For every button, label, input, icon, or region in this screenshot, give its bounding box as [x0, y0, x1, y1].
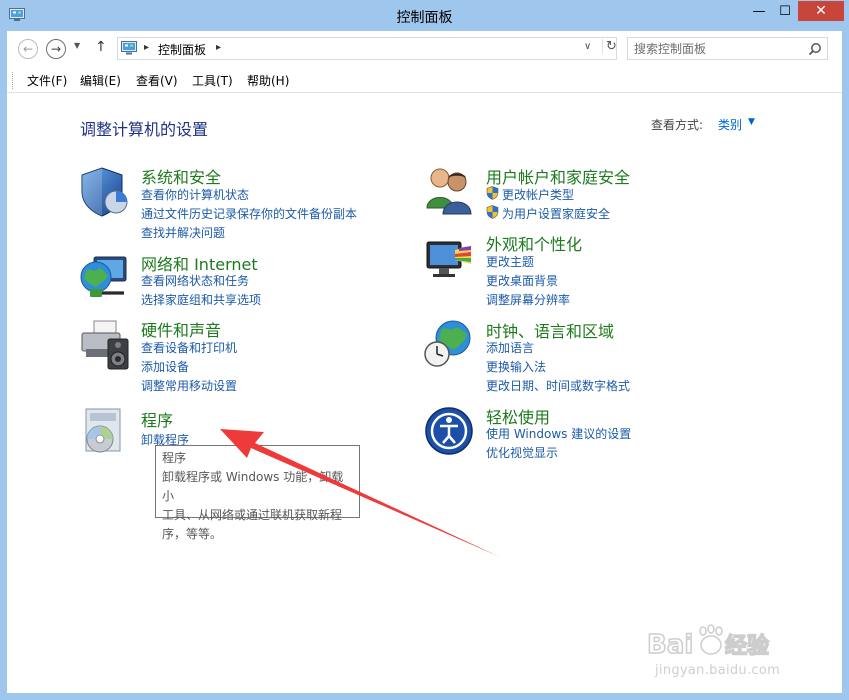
link-optimize-visual-display[interactable]: 优化视觉显示: [486, 444, 558, 461]
link-devices-printers[interactable]: 查看设备和打印机: [141, 339, 237, 356]
menu-bar: 文件(F) 编辑(E) 查看(V) 工具(T) 帮助(H): [7, 68, 842, 93]
search-box[interactable]: [627, 37, 828, 60]
uac-shield-icon: [486, 186, 499, 200]
category-user-accounts[interactable]: 用户帐户和家庭安全: [486, 164, 630, 188]
close-button[interactable]: ✕: [798, 1, 844, 21]
appearance-monitor-icon[interactable]: [423, 236, 475, 288]
category-system-security[interactable]: 系统和安全: [141, 164, 221, 188]
title-bar[interactable]: 控制面板 — ☐ ✕: [0, 0, 849, 32]
link-add-language[interactable]: 添加语言: [486, 339, 534, 356]
up-button[interactable]: ↑: [95, 39, 107, 55]
link-troubleshoot[interactable]: 查找并解决问题: [141, 224, 225, 241]
view-by-label: 查看方式:: [651, 118, 704, 132]
window-client-area: ← → ▼ ↑ ▸ 控制面板 ▸ ∨ ↻ 搜索控制面板 文件(F) 编辑(E) …: [7, 31, 842, 693]
back-button[interactable]: ←: [18, 39, 38, 59]
menu-edit[interactable]: 编辑(E): [80, 72, 121, 89]
maximize-button[interactable]: ☐: [772, 1, 798, 21]
minimize-button[interactable]: —: [746, 1, 772, 21]
menu-help[interactable]: 帮助(H): [247, 72, 289, 89]
control-panel-window: 控制面板 — ☐ ✕ ← → ▼ ↑ ▸ 控制面板 ▸ ∨ ↻ 搜索控制面板 文…: [0, 0, 849, 700]
link-homegroup-sharing[interactable]: 选择家庭组和共享选项: [141, 291, 261, 308]
link-date-time-format[interactable]: 更改日期、时间或数字格式: [486, 377, 630, 394]
tooltip-line: 卸载程序或 Windows 功能，卸载小: [162, 470, 344, 503]
category-appearance[interactable]: 外观和个性化: [486, 231, 582, 255]
link-family-safety[interactable]: 为用户设置家庭安全: [502, 205, 610, 222]
menu-file[interactable]: 文件(F): [27, 72, 67, 89]
breadcrumb-control-panel[interactable]: 控制面板: [158, 41, 206, 58]
link-change-account-type[interactable]: 更改帐户类型: [502, 186, 574, 203]
control-panel-icon: [121, 41, 137, 55]
forward-button[interactable]: →: [46, 39, 66, 59]
refresh-button[interactable]: ↻: [602, 39, 617, 54]
svg-text:经验: 经验: [725, 633, 769, 659]
breadcrumb-separator-icon[interactable]: ▸: [144, 42, 149, 53]
chevron-down-icon[interactable]: ▼: [748, 117, 755, 127]
baidu-jingyan-logo: Bai 经验: [647, 624, 770, 661]
window-title: 控制面板: [396, 10, 453, 26]
programs-tooltip: 程序 卸载程序或 Windows 功能，卸载小 工具、从网络或通过联机获取新程 …: [155, 445, 360, 541]
ease-of-access-icon[interactable]: [423, 405, 475, 457]
tooltip-title: 程序: [162, 451, 187, 465]
link-change-theme[interactable]: 更改主题: [486, 253, 534, 270]
link-view-computer-status[interactable]: 查看你的计算机状态: [141, 186, 249, 203]
link-add-device[interactable]: 添加设备: [141, 358, 189, 375]
search-icon[interactable]: [808, 42, 822, 56]
recent-locations-dropdown[interactable]: ▼: [74, 41, 80, 50]
breadcrumb-separator-icon[interactable]: ▸: [216, 42, 221, 53]
link-file-history-backup[interactable]: 通过文件历史记录保存你的文件备份副本: [141, 205, 357, 222]
link-desktop-background[interactable]: 更改桌面背景: [486, 272, 558, 289]
address-dropdown-button[interactable]: ∨: [584, 41, 591, 52]
address-bar[interactable]: ▸ 控制面板 ▸ ∨ ↻: [117, 37, 617, 60]
menu-grip: [12, 72, 14, 89]
tooltip-line: 工具、从网络或通过联机获取新程: [162, 508, 343, 522]
tooltip-line: 序，等等。: [162, 527, 223, 541]
link-screen-resolution[interactable]: 调整屏幕分辨率: [486, 291, 570, 308]
link-network-status[interactable]: 查看网络状态和任务: [141, 272, 249, 289]
search-input[interactable]: [634, 40, 804, 57]
uac-shield-icon: [486, 205, 499, 219]
link-mobility-settings[interactable]: 调整常用移动设置: [141, 377, 237, 394]
menu-tools[interactable]: 工具(T): [192, 72, 233, 89]
user-accounts-icon[interactable]: [423, 164, 475, 216]
network-globe-icon[interactable]: [78, 253, 130, 305]
view-by-dropdown[interactable]: 类别: [718, 116, 742, 133]
clock-globe-icon[interactable]: [423, 318, 475, 370]
menu-view[interactable]: 查看(V): [136, 72, 178, 89]
watermark-url: jingyan.baidu.com: [655, 663, 781, 678]
programs-disc-icon[interactable]: [78, 405, 130, 457]
printer-speaker-icon[interactable]: [78, 319, 130, 371]
page-title: 调整计算机的设置: [80, 120, 209, 139]
category-hardware-sound[interactable]: 硬件和声音: [141, 317, 221, 341]
link-windows-recommended-settings[interactable]: 使用 Windows 建议的设置: [486, 425, 631, 442]
svg-text:Bai: Bai: [647, 630, 693, 660]
link-change-input-method[interactable]: 更换输入法: [486, 358, 546, 375]
security-shield-icon[interactable]: [78, 166, 130, 218]
baidu-watermark: Bai 经验 jingyan.baidu.com: [647, 619, 827, 689]
navigation-bar: ← → ▼ ↑ ▸ 控制面板 ▸ ∨ ↻: [7, 31, 842, 67]
category-programs[interactable]: 程序: [141, 407, 173, 431]
